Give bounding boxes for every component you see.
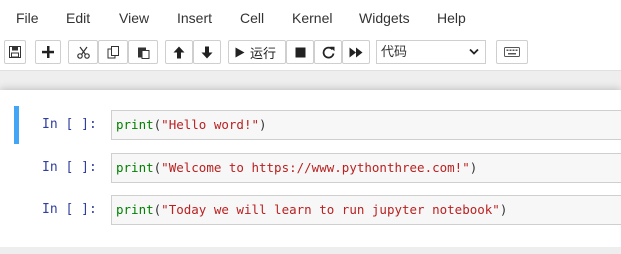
move-down-button[interactable] <box>193 40 221 64</box>
menu-help[interactable]: Help <box>437 10 466 26</box>
code-paren-close: ) <box>259 117 267 132</box>
code-keyword: print <box>116 117 154 132</box>
input-prompt: In [ ]: <box>42 117 97 132</box>
fast-forward-icon <box>349 47 363 57</box>
menu-view[interactable]: View <box>119 10 149 26</box>
toolbar: 运行 代码 <box>0 40 621 66</box>
code-cell[interactable]: In [ ]: print("Hello word!") <box>14 106 621 144</box>
code-paren-close: ) <box>469 160 478 175</box>
page-background-strip <box>0 247 621 254</box>
run-label: 运行 <box>250 45 277 61</box>
play-icon <box>235 47 245 57</box>
menu-insert[interactable]: Insert <box>177 10 212 26</box>
plus-icon <box>42 46 54 58</box>
code-string: "Welcome to https://www.pythonthree.com!… <box>161 160 470 175</box>
code-cell[interactable]: In [ ]: print("Welcome to https://www.py… <box>14 149 621 187</box>
input-prompt: In [ ]: <box>42 160 97 175</box>
code-keyword: print <box>116 160 154 175</box>
paste-icon <box>137 47 149 59</box>
top-bar: File Edit View Insert Cell Kernel Widget… <box>0 0 621 71</box>
cut-icon <box>76 46 90 59</box>
arrow-up-icon <box>173 46 185 58</box>
stop-icon <box>295 47 305 57</box>
code-string: "Today we will learn to run jupyter note… <box>161 202 500 217</box>
restart-button[interactable] <box>314 40 342 64</box>
keyboard-icon <box>504 47 520 57</box>
move-up-button[interactable] <box>165 40 193 64</box>
menu-bar: File Edit View Insert Cell Kernel Widget… <box>0 0 621 36</box>
menu-file[interactable]: File <box>16 10 39 26</box>
cell-type-select[interactable]: 代码 <box>376 40 486 64</box>
code-input[interactable]: print("Welcome to https://www.pythonthre… <box>111 153 621 183</box>
menu-widgets[interactable]: Widgets <box>359 10 410 26</box>
interrupt-button[interactable] <box>286 40 314 64</box>
run-button[interactable]: 运行 <box>228 40 286 64</box>
run-all-button[interactable] <box>342 40 370 64</box>
code-paren-close: ) <box>499 202 508 217</box>
menu-kernel[interactable]: Kernel <box>292 10 332 26</box>
code-cell[interactable]: In [ ]: print("Today we will learn to ru… <box>14 191 621 229</box>
code-string: "Hello word!" <box>161 117 260 132</box>
cell-type-value: 代码 <box>381 44 408 59</box>
chevron-down-icon <box>469 48 479 55</box>
save-button[interactable] <box>4 40 26 64</box>
copy-button[interactable] <box>98 40 128 64</box>
cut-button[interactable] <box>68 40 98 64</box>
code-keyword: print <box>116 202 154 217</box>
save-icon <box>9 46 21 58</box>
notebook-container: In [ ]: print("Hello word!") In [ ]: pri… <box>0 90 621 247</box>
paste-button[interactable] <box>128 40 158 64</box>
command-palette-button[interactable] <box>496 40 528 64</box>
insert-cell-button[interactable] <box>35 40 61 64</box>
code-input[interactable]: print("Today we will learn to run jupyte… <box>111 195 621 225</box>
code-input[interactable]: print("Hello word!") <box>111 110 621 140</box>
copy-icon <box>107 45 119 58</box>
input-prompt: In [ ]: <box>42 202 97 217</box>
menu-cell[interactable]: Cell <box>240 10 264 26</box>
arrow-down-icon <box>201 46 213 58</box>
restart-icon <box>322 46 334 58</box>
menu-edit[interactable]: Edit <box>66 10 90 26</box>
